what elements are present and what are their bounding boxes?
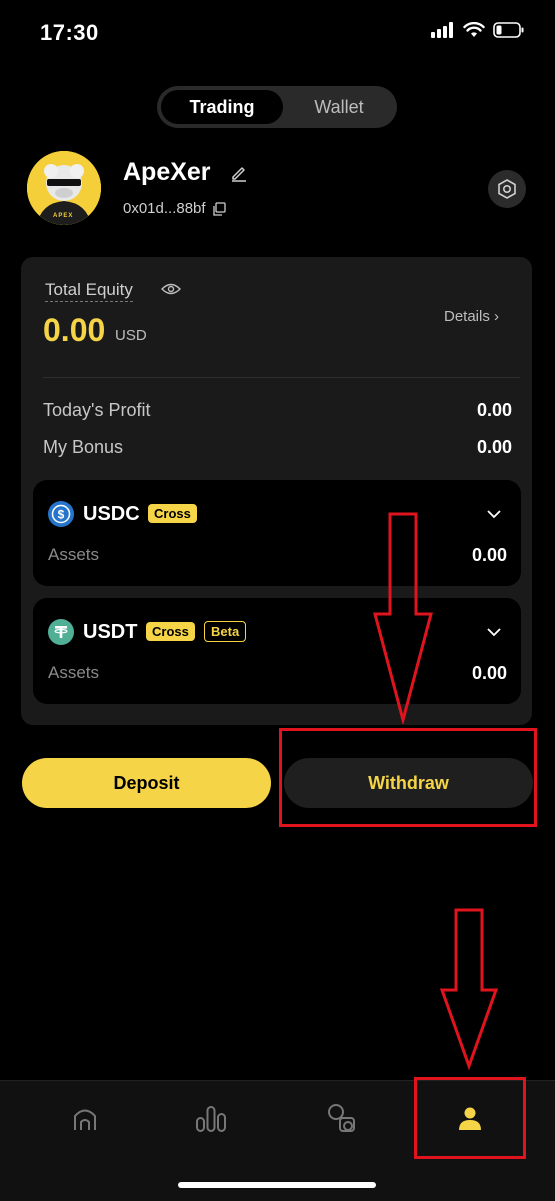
usdc-name: USDC — [83, 503, 140, 525]
usdt-assets-value: 0.00 — [471, 663, 507, 683]
chevron-down-icon[interactable] — [486, 627, 502, 637]
my-bonus-value: 0.00 — [476, 437, 512, 457]
usdc-assets-label: Assets — [48, 545, 100, 564]
usdc-cross-badge: Cross — [148, 504, 197, 523]
usdt-beta-badge: Beta — [204, 621, 247, 642]
divider — [43, 377, 520, 378]
battery-icon — [493, 22, 524, 38]
chevron-down-icon[interactable] — [486, 509, 502, 519]
details-label: Details — [444, 308, 490, 325]
usdt-cross-badge: Cross — [146, 622, 195, 641]
edit-icon[interactable] — [230, 164, 248, 182]
usdt-icon — [48, 619, 74, 645]
tab-trading[interactable]: Trading — [161, 90, 283, 124]
details-link[interactable]: Details › — [444, 308, 499, 325]
eye-icon[interactable] — [161, 282, 181, 296]
usdc-assets-value: 0.00 — [471, 545, 507, 565]
todays-profit-label: Today's Profit — [43, 400, 151, 420]
copy-icon[interactable] — [212, 201, 226, 216]
usdt-asset-card[interactable] — [33, 598, 521, 704]
wifi-icon — [463, 22, 485, 37]
markets-icon — [196, 1106, 226, 1132]
username: ApeXer — [123, 158, 211, 186]
avatar-label: APEX — [53, 213, 74, 219]
total-equity-value: 0.00 — [43, 312, 106, 348]
nav-trade[interactable] — [322, 1098, 362, 1138]
usdt-assets-label: Assets — [48, 663, 100, 682]
annotation-box-profile — [414, 1077, 526, 1159]
settings-button[interactable] — [488, 170, 526, 208]
signal-icon — [431, 22, 453, 38]
my-bonus-label: My Bonus — [43, 437, 124, 457]
total-equity-unit: USD — [115, 327, 147, 344]
nav-markets[interactable] — [191, 1098, 231, 1138]
home-icon — [74, 1109, 96, 1130]
status-time: 17:30 — [40, 20, 99, 45]
usdc-icon: $ — [48, 501, 74, 527]
usdc-asset-card[interactable] — [33, 480, 521, 586]
mode-switch: Trading Wallet — [157, 86, 397, 128]
avatar[interactable]: APEX — [27, 151, 101, 225]
wallet-address: 0x01d...88bf — [123, 200, 226, 217]
address-text: 0x01d...88bf — [123, 200, 206, 217]
tab-wallet[interactable]: Wallet — [285, 90, 393, 124]
annotation-arrow-withdraw — [373, 512, 433, 724]
nav-home[interactable] — [65, 1098, 105, 1138]
deposit-button[interactable]: Deposit — [22, 758, 271, 808]
trade-icon — [328, 1104, 355, 1132]
hexagon-settings-icon — [498, 179, 516, 199]
status-icons — [431, 22, 525, 38]
home-indicator — [178, 1182, 376, 1188]
annotation-box-withdraw — [279, 728, 537, 827]
annotation-arrow-profile — [439, 908, 499, 1070]
todays-profit-value: 0.00 — [476, 400, 512, 420]
usdt-name: USDT — [83, 621, 138, 643]
chevron-right-icon: › — [494, 308, 500, 325]
svg-text:$: $ — [58, 508, 65, 522]
total-equity-label[interactable]: Total Equity — [45, 280, 133, 302]
